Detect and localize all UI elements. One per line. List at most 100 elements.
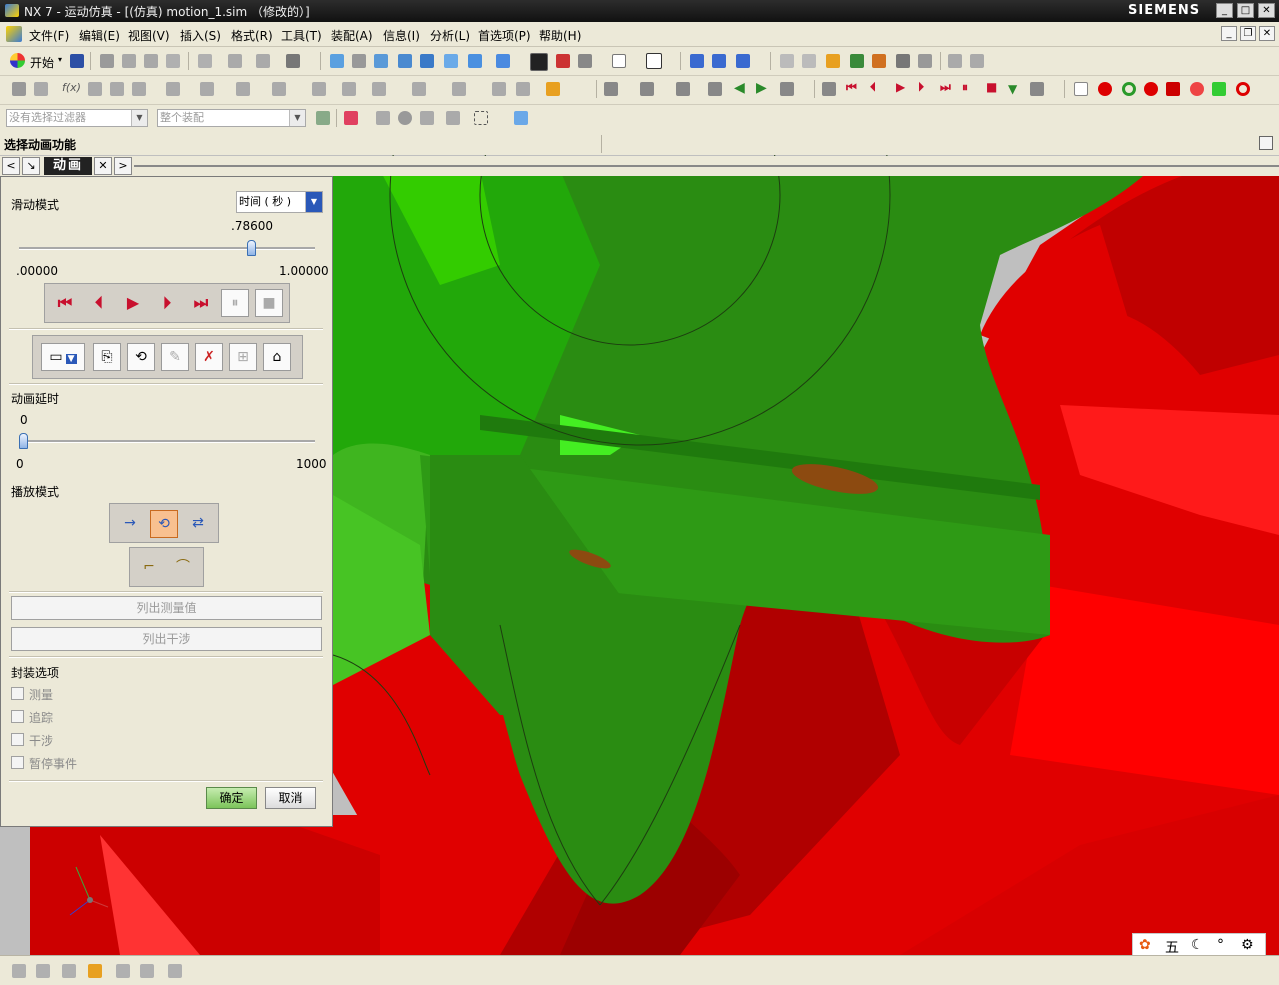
export-tool-icon[interactable]: ⌂: [263, 343, 291, 371]
pause-button[interactable]: ⏸: [221, 289, 249, 317]
first-frame-button[interactable]: ⏮: [51, 289, 79, 317]
force-icon[interactable]: [200, 82, 214, 96]
command-finder-icon[interactable]: [256, 54, 270, 68]
gear-joint-icon[interactable]: [412, 82, 426, 96]
display-icon[interactable]: [578, 54, 592, 68]
measure-body-icon[interactable]: [872, 54, 886, 68]
animation-icon[interactable]: [604, 82, 618, 96]
measure-motion-icon[interactable]: [516, 82, 530, 96]
trace-off-icon[interactable]: ⌒: [169, 554, 197, 582]
menu-help[interactable]: 帮助(H): [539, 27, 581, 44]
assembly-filter-combo[interactable]: 整个装配 ▼: [157, 109, 306, 127]
reset-icon[interactable]: [780, 82, 794, 96]
environment-icon[interactable]: [12, 82, 26, 96]
belt-icon[interactable]: [1236, 82, 1250, 96]
anim-pause-icon[interactable]: ⏸: [962, 80, 968, 95]
close-button[interactable]: ✕: [1258, 3, 1275, 18]
zoom-icon[interactable]: [374, 54, 388, 68]
solution-icon[interactable]: [342, 82, 356, 96]
time-slider-thumb[interactable]: [247, 240, 257, 256]
tab-animation[interactable]: 动画: [44, 157, 92, 175]
mdi-minimize-button[interactable]: _: [1221, 26, 1237, 41]
slide-mode-select[interactable]: 时间 ( 秒 ) ▼: [236, 191, 323, 213]
select-all-icon[interactable]: [514, 111, 528, 125]
menu-info[interactable]: 信息(I): [383, 27, 420, 44]
app-menu-icon[interactable]: [6, 26, 22, 42]
link-icon[interactable]: [34, 82, 48, 96]
repeat-icon[interactable]: [228, 54, 242, 68]
snapshot-icon[interactable]: ⎘: [93, 343, 121, 371]
punctuation-icon[interactable]: °: [1217, 937, 1224, 953]
cable-icon[interactable]: [452, 82, 466, 96]
function-icon[interactable]: f(x): [62, 81, 81, 94]
step-back-button[interactable]: ⏴: [85, 289, 113, 317]
wcs-dynamic-icon[interactable]: [712, 54, 726, 68]
status-tool-icon[interactable]: [12, 964, 26, 978]
graph-tool-icon[interactable]: ✎: [161, 343, 189, 371]
menu-edit[interactable]: 编辑(E): [79, 27, 120, 44]
play-reverse-icon[interactable]: ⇄: [184, 510, 212, 538]
menu-view[interactable]: 视图(V): [128, 27, 170, 44]
red-gear-icon[interactable]: [1098, 82, 1112, 96]
status-layer-icon[interactable]: [140, 964, 154, 978]
trace-icon[interactable]: [546, 82, 560, 96]
torque-icon[interactable]: [236, 82, 250, 96]
interference-checkbox[interactable]: [11, 733, 24, 746]
cylinder-icon[interactable]: [1166, 82, 1180, 96]
marker-icon[interactable]: [110, 82, 124, 96]
tab-close-button[interactable]: ✕: [94, 157, 112, 175]
tab-pin-button[interactable]: ↘: [22, 157, 40, 175]
export-icon[interactable]: [1074, 82, 1088, 96]
play-loop-icon[interactable]: ⟲: [150, 510, 178, 538]
selection-icon[interactable]: [286, 54, 300, 68]
start-button[interactable]: 开始: [30, 54, 54, 71]
anim-last-icon[interactable]: ⏭: [940, 80, 951, 95]
anim-mode-icon[interactable]: ▼: [1008, 82, 1017, 96]
anim-play-icon[interactable]: ▶: [896, 80, 905, 94]
menu-file[interactable]: 文件(F): [29, 27, 69, 44]
start-dropdown-icon[interactable]: ▾: [58, 55, 62, 64]
measure-angle-icon[interactable]: [850, 54, 864, 68]
edge-select-icon[interactable]: [446, 111, 460, 125]
cancel-button[interactable]: 取消: [265, 787, 316, 809]
settings-gear-icon[interactable]: ⚙: [1241, 937, 1254, 953]
delete-icon[interactable]: [166, 54, 180, 68]
chevron-down-icon[interactable]: ▼: [65, 354, 77, 364]
cut-icon[interactable]: [100, 54, 114, 68]
anim-toggle-icon[interactable]: [822, 82, 836, 96]
paw-icon[interactable]: ✿: [1139, 937, 1151, 953]
contact-icon[interactable]: [166, 82, 180, 96]
constraint-icon[interactable]: [272, 82, 286, 96]
chevron-down-icon[interactable]: ▼: [131, 110, 147, 126]
mdi-restore-button[interactable]: ❐: [1240, 26, 1256, 41]
graph-icon[interactable]: [640, 82, 654, 96]
list-interference-button[interactable]: 列出干涉: [11, 627, 322, 651]
status-toggle-icon[interactable]: [1259, 136, 1273, 150]
status-select-icon[interactable]: [36, 964, 50, 978]
pan-icon[interactable]: [444, 54, 458, 68]
explode-tool-icon[interactable]: ⊞: [229, 343, 257, 371]
ruler-icon[interactable]: [970, 54, 984, 68]
measure-checkbox[interactable]: [11, 687, 24, 700]
minimize-button[interactable]: _: [1216, 3, 1233, 18]
menu-preferences[interactable]: 首选项(P): [478, 27, 531, 44]
spreadsheet-icon[interactable]: [676, 82, 690, 96]
feature-select-icon[interactable]: [398, 111, 412, 125]
status-part-icon[interactable]: [88, 964, 102, 978]
trace-checkbox[interactable]: [11, 710, 24, 723]
trace-tool-icon[interactable]: ⟲: [127, 343, 155, 371]
play-once-icon[interactable]: →: [116, 510, 144, 538]
selection-scope-icon[interactable]: [316, 111, 330, 125]
tab-forward-button[interactable]: >: [114, 157, 132, 175]
menu-tools[interactable]: 工具(T): [281, 27, 322, 44]
solve-icon[interactable]: [372, 82, 386, 96]
wcs-origin-icon[interactable]: [736, 54, 750, 68]
anim-next-icon[interactable]: ⏵: [918, 80, 924, 95]
status-snap-icon[interactable]: [168, 964, 182, 978]
step-forward-button[interactable]: ⏵: [153, 289, 181, 317]
anim-stop-icon[interactable]: ■: [986, 80, 997, 94]
color-icon[interactable]: [646, 53, 662, 69]
snap-point-icon[interactable]: [344, 111, 358, 125]
rotate-icon[interactable]: [420, 54, 434, 68]
grid-icon[interactable]: [948, 54, 962, 68]
